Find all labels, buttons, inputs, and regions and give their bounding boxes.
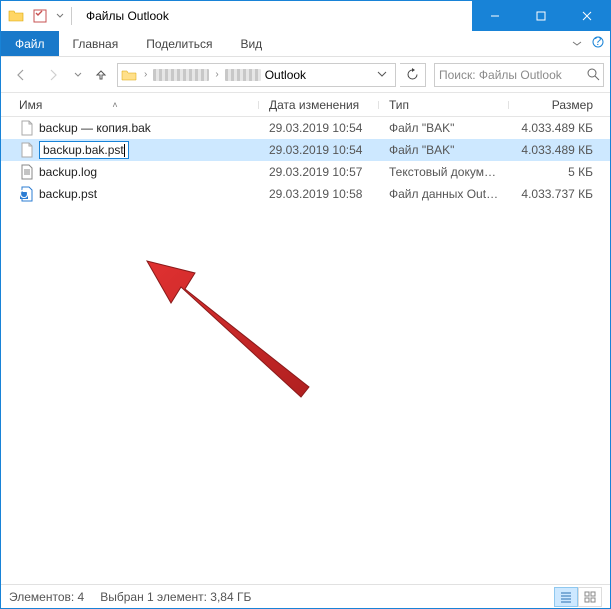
svg-text:O: O — [19, 187, 28, 201]
file-date: 29.03.2019 10:58 — [259, 187, 379, 201]
column-header-size[interactable]: Размер — [509, 98, 609, 112]
address-dropdown-icon[interactable] — [371, 68, 393, 82]
close-button[interactable] — [564, 1, 610, 31]
column-header-type[interactable]: Тип — [379, 98, 509, 112]
column-header-name[interactable]: Имя ˄ — [1, 98, 259, 112]
status-selection: Выбран 1 элемент: 3,84 ГБ — [100, 590, 251, 604]
file-date: 29.03.2019 10:54 — [259, 143, 379, 157]
nav-up-button[interactable] — [89, 62, 113, 88]
chevron-right-icon[interactable]: › — [213, 69, 220, 80]
maximize-button[interactable] — [518, 1, 564, 31]
refresh-button[interactable] — [400, 63, 426, 87]
nav-forward-button[interactable] — [39, 62, 67, 88]
pst-file-icon: O — [19, 186, 35, 202]
search-box[interactable] — [434, 63, 604, 87]
file-row[interactable]: backup.log 29.03.2019 10:57Текстовый доку… — [1, 161, 610, 183]
tab-view[interactable]: Вид — [226, 31, 276, 56]
file-type: Файл "BAK" — [379, 121, 509, 135]
chevron-right-icon[interactable]: › — [142, 69, 149, 80]
file-type: Файл данных Out… — [379, 187, 509, 201]
address-segment-redacted — [153, 69, 209, 81]
address-bar[interactable]: › › Outlook — [117, 63, 396, 87]
file-row[interactable]: Obackup.pst 29.03.2019 10:58Файл данных O… — [1, 183, 610, 205]
nav-recent-dropdown[interactable] — [71, 62, 85, 88]
file-name: backup.log — [39, 165, 97, 179]
properties-icon[interactable] — [29, 5, 51, 27]
window-title: Файлы Outlook — [78, 9, 472, 23]
address-segment-redacted — [225, 69, 261, 81]
help-icon[interactable]: ? — [592, 36, 604, 51]
file-size: 4.033.489 КБ — [509, 143, 609, 157]
file-name: backup — копия.bak — [39, 121, 151, 135]
annotation-arrow — [141, 257, 321, 417]
file-size: 4.033.737 КБ — [509, 187, 609, 201]
file-size: 5 КБ — [509, 165, 609, 179]
chevron-down-icon[interactable] — [53, 5, 67, 27]
status-item-count: Элементов: 4 — [9, 590, 84, 604]
file-row[interactable]: backup.bak.pst 29.03.2019 10:54Файл "BAK"… — [1, 139, 610, 161]
file-type: Файл "BAK" — [379, 143, 509, 157]
minimize-button[interactable] — [472, 1, 518, 31]
sort-indicator-icon: ˄ — [112, 100, 117, 110]
text-file-icon — [19, 164, 35, 180]
search-icon[interactable] — [584, 68, 603, 81]
file-name: backup.pst — [39, 187, 97, 201]
ribbon-expand-icon[interactable] — [572, 37, 582, 51]
address-segment[interactable]: Outlook — [265, 68, 306, 82]
tab-share[interactable]: Поделиться — [132, 31, 226, 56]
file-type: Текстовый докум… — [379, 165, 509, 179]
file-row[interactable]: backup — копия.bak 29.03.2019 10:54Файл "… — [1, 117, 610, 139]
file-file-icon — [19, 142, 35, 158]
file-size: 4.033.489 КБ — [509, 121, 609, 135]
folder-icon — [120, 66, 138, 84]
file-date: 29.03.2019 10:54 — [259, 121, 379, 135]
column-header-date[interactable]: Дата изменения — [259, 98, 379, 112]
file-date: 29.03.2019 10:57 — [259, 165, 379, 179]
rename-input[interactable]: backup.bak.pst — [39, 141, 129, 159]
view-details-button[interactable] — [554, 587, 578, 607]
file-file-icon — [19, 120, 35, 136]
search-input[interactable] — [435, 68, 584, 82]
folder-icon — [5, 5, 27, 27]
view-thumbnails-button[interactable] — [578, 587, 602, 607]
tab-home[interactable]: Главная — [59, 31, 133, 56]
tab-file[interactable]: Файл — [1, 31, 59, 56]
svg-text:?: ? — [595, 36, 602, 48]
nav-back-button[interactable] — [7, 62, 35, 88]
